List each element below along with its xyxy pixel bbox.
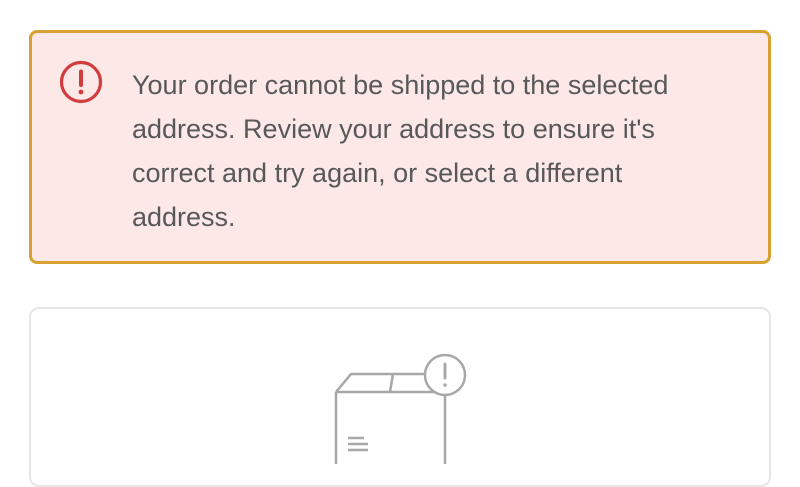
exclamation-circle-icon	[59, 60, 103, 104]
shipping-error-alert: Your order cannot be shipped to the sele…	[29, 30, 771, 264]
alert-message: Your order cannot be shipped to the sele…	[132, 70, 669, 232]
empty-state-card	[29, 307, 771, 487]
package-warning-icon	[334, 354, 467, 464]
